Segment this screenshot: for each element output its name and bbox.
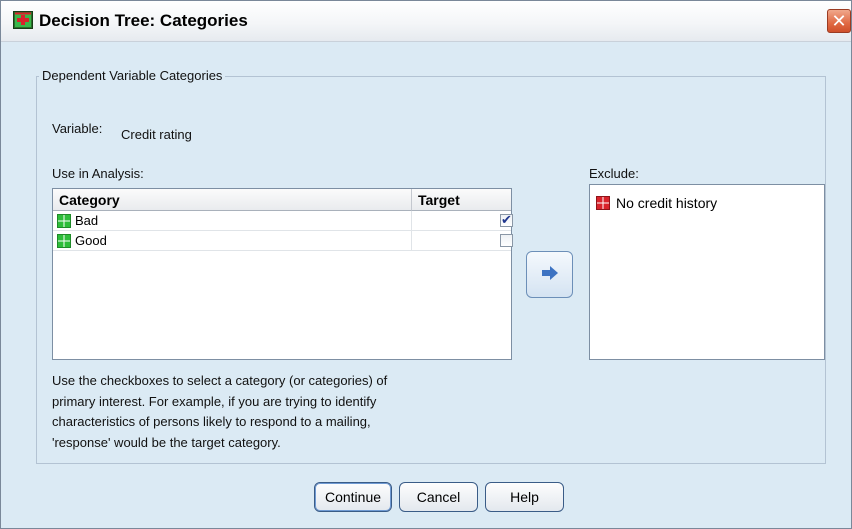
checkmark-icon: ✔ bbox=[501, 212, 512, 227]
category-name: Bad bbox=[75, 213, 99, 228]
target-checkbox-bad[interactable]: ✔ bbox=[500, 212, 513, 227]
category-cell[interactable]: Good bbox=[53, 231, 412, 251]
continue-button[interactable]: Continue bbox=[314, 482, 392, 512]
help-button[interactable]: Help bbox=[485, 482, 564, 512]
target-cell bbox=[412, 231, 513, 251]
table-row[interactable]: Good bbox=[53, 231, 513, 251]
instruction-line: characteristics of persons likely to res… bbox=[52, 414, 371, 429]
category-table[interactable]: Category Target Bad ✔ Good bbox=[52, 188, 513, 360]
target-cell: ✔ bbox=[412, 211, 513, 231]
category-name: Good bbox=[75, 233, 107, 248]
target-checkbox-good[interactable] bbox=[500, 234, 513, 247]
cancel-button[interactable]: Cancel bbox=[399, 482, 478, 512]
exclude-list[interactable]: No credit history bbox=[589, 184, 825, 360]
move-to-exclude-button[interactable] bbox=[526, 251, 573, 298]
table-row[interactable]: Bad ✔ bbox=[53, 211, 513, 231]
instruction-text: Use the checkboxes to select a category … bbox=[52, 371, 492, 453]
group-legend: Dependent Variable Categories bbox=[39, 68, 226, 83]
instruction-line: primary interest. For example, if you ar… bbox=[52, 393, 377, 409]
green-category-icon bbox=[57, 214, 71, 228]
title-bar[interactable]: Decision Tree: Categories ✕ bbox=[1, 1, 851, 42]
close-button[interactable]: ✕ bbox=[827, 9, 851, 33]
variable-label: Variable: bbox=[52, 121, 103, 136]
list-item[interactable]: No credit history bbox=[596, 195, 816, 211]
column-header-target[interactable]: Target bbox=[412, 189, 511, 211]
red-excluded-icon bbox=[596, 196, 610, 210]
excluded-category-name: No credit history bbox=[616, 195, 718, 211]
right-arrow-icon bbox=[540, 265, 560, 284]
window-title: Decision Tree: Categories bbox=[39, 11, 248, 30]
category-cell[interactable]: Bad bbox=[53, 211, 412, 231]
column-header-category[interactable]: Category bbox=[53, 189, 412, 211]
decision-tree-icon bbox=[13, 11, 33, 29]
variable-value: Credit rating bbox=[121, 127, 192, 142]
close-icon: ✕ bbox=[831, 11, 847, 31]
instruction-line: Use the checkboxes to select a category … bbox=[52, 373, 388, 388]
instruction-line: 'response' would be the target category. bbox=[52, 434, 281, 450]
exclude-label: Exclude: bbox=[589, 166, 639, 181]
use-in-analysis-label: Use in Analysis: bbox=[52, 166, 144, 181]
green-category-icon bbox=[57, 234, 71, 248]
dialog-window: Decision Tree: Categories ✕ Dependent Va… bbox=[0, 0, 852, 529]
